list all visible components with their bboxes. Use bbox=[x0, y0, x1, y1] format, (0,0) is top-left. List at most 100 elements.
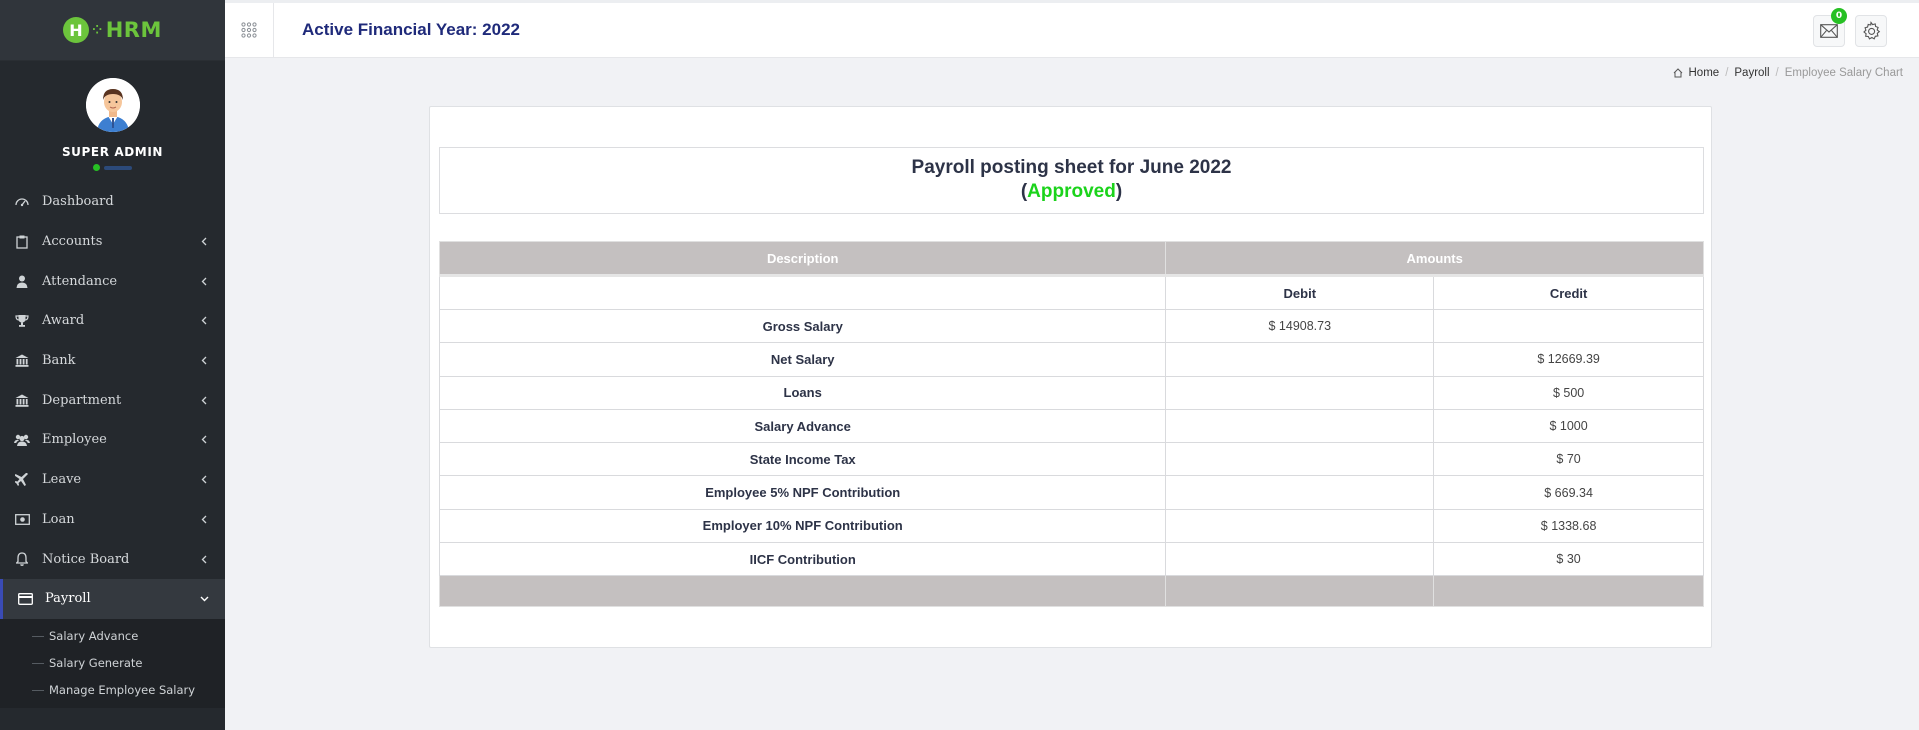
chevron-left-icon bbox=[199, 435, 209, 445]
payroll-posting-table: Description Amounts Debit Credit Gross S… bbox=[438, 241, 1704, 608]
online-dot-icon bbox=[93, 164, 100, 171]
sidebar-item-dashboard[interactable]: Dashboard bbox=[0, 182, 225, 222]
home-icon bbox=[1673, 68, 1682, 78]
online-status bbox=[93, 164, 132, 171]
table-row: Net Salary $ 12669.39 bbox=[438, 342, 1704, 377]
mail-count-badge: 0 bbox=[1831, 8, 1847, 24]
row-description: Employee 5% NPF Contribution bbox=[438, 475, 1167, 510]
online-label bbox=[104, 165, 132, 170]
submenu-item-label: Salary Advance bbox=[49, 629, 139, 644]
breadcrumb-payroll[interactable]: Payroll bbox=[1734, 67, 1769, 79]
table-row: State Income Tax $ 70 bbox=[438, 442, 1704, 477]
row-debit bbox=[1165, 442, 1435, 477]
sheet-status: (Approved) bbox=[440, 181, 1703, 203]
row-debit bbox=[1165, 408, 1435, 444]
sidebar-item-label: Attendance bbox=[42, 273, 118, 289]
status-badge: Approved bbox=[1027, 181, 1116, 202]
sidebar-item-department[interactable]: Department bbox=[0, 380, 225, 420]
table-row: IICF Contribution $ 30 bbox=[438, 542, 1704, 577]
avatar[interactable] bbox=[85, 78, 140, 132]
payroll-sheet-card: Payroll posting sheet for June 2022 (App… bbox=[429, 106, 1712, 648]
submenu-item-salary-advance[interactable]: Salary Advance bbox=[0, 623, 225, 650]
sidebar-item-label: Bank bbox=[42, 353, 76, 369]
payroll-submenu: Salary Advance Salary Generate Manage Em… bbox=[0, 618, 225, 708]
sidebar-item-notice-board[interactable]: Notice Board bbox=[0, 539, 225, 579]
row-debit: $ 14908.73 bbox=[1165, 308, 1435, 344]
sidebar-item-accounts[interactable]: Accounts bbox=[0, 222, 225, 262]
row-debit bbox=[1165, 542, 1435, 577]
logo-dots: ⁘ bbox=[92, 23, 103, 37]
sidebar-item-label: Accounts bbox=[42, 234, 103, 250]
chevron-left-icon bbox=[199, 237, 209, 247]
row-credit: $ 30 bbox=[1433, 542, 1704, 577]
row-credit: $ 12669.39 bbox=[1433, 342, 1704, 377]
sidebar-item-label: Employee bbox=[42, 432, 107, 448]
sidebar-item-label: Leave bbox=[42, 472, 82, 488]
grid-icon bbox=[241, 22, 257, 38]
row-description: IICF Contribution bbox=[438, 542, 1167, 577]
table-footer-row bbox=[438, 575, 1704, 608]
sidebar-item-attendance[interactable]: Attendance bbox=[0, 261, 225, 301]
table-row: Gross Salary $ 14908.73 bbox=[438, 308, 1704, 344]
page-title: Active Financial Year: 2022 bbox=[302, 20, 520, 39]
row-description: Salary Advance bbox=[438, 408, 1167, 444]
row-credit: $ 669.34 bbox=[1433, 475, 1704, 510]
breadcrumb: Home / Payroll / Employee Salary Chart bbox=[1673, 67, 1903, 79]
chevron-left-icon bbox=[199, 395, 209, 405]
messages-button[interactable]: 0 bbox=[1813, 8, 1847, 47]
submenu-item-label: Salary Generate bbox=[49, 656, 143, 671]
clipboard-icon bbox=[14, 234, 30, 250]
sidebar: H ⁘ HRM SUPER ADMIN Dashboard Accounts A… bbox=[0, 0, 225, 730]
settings-button[interactable] bbox=[1855, 15, 1887, 47]
header-credit: Credit bbox=[1433, 274, 1704, 310]
breadcrumb-separator: / bbox=[1725, 67, 1729, 79]
sidebar-item-leave[interactable]: Leave bbox=[0, 460, 225, 500]
table-row: Employee 5% NPF Contribution $ 669.34 bbox=[438, 475, 1704, 510]
trophy-icon bbox=[14, 313, 30, 329]
money-icon bbox=[14, 511, 30, 527]
sidebar-item-award[interactable]: Award bbox=[0, 301, 225, 341]
footer-cell bbox=[438, 575, 1167, 608]
row-description: Loans bbox=[438, 375, 1167, 410]
row-debit bbox=[1165, 375, 1435, 410]
submenu-item-salary-generate[interactable]: Salary Generate bbox=[0, 650, 225, 677]
sidebar-item-employee[interactable]: Employee bbox=[0, 420, 225, 460]
row-credit: $ 1338.68 bbox=[1433, 508, 1704, 544]
table-row: Employer 10% NPF Contribution $ 1338.68 bbox=[438, 508, 1704, 544]
gear-icon bbox=[1863, 21, 1881, 40]
sidebar-item-payroll[interactable]: Payroll bbox=[0, 578, 225, 619]
user-role: SUPER ADMIN bbox=[61, 145, 164, 159]
user-profile: SUPER ADMIN bbox=[0, 61, 225, 182]
header-debit: Debit bbox=[1165, 274, 1435, 310]
sidebar-toggle-button[interactable] bbox=[225, 2, 274, 58]
users-icon bbox=[14, 432, 30, 448]
logo-mark: H bbox=[63, 17, 90, 43]
submenu-item-label: Manage Employee Salary bbox=[49, 683, 196, 698]
sidebar-item-loan[interactable]: Loan bbox=[0, 500, 225, 540]
sidebar-item-label: Department bbox=[42, 392, 122, 408]
sheet-title-box: Payroll posting sheet for June 2022 (App… bbox=[439, 147, 1704, 214]
table-row: Salary Advance $ 1000 bbox=[438, 408, 1704, 444]
chevron-down-icon bbox=[199, 594, 209, 604]
logo-text: HRM bbox=[105, 18, 162, 42]
dashboard-icon bbox=[14, 194, 30, 210]
header-empty bbox=[438, 274, 1167, 310]
table-subheader-row: Debit Credit bbox=[438, 274, 1704, 310]
footer-cell bbox=[1433, 575, 1704, 608]
sidebar-item-label: Award bbox=[42, 313, 85, 329]
sidebar-item-bank[interactable]: Bank bbox=[0, 341, 225, 381]
user-icon bbox=[14, 273, 30, 289]
breadcrumb-current: Employee Salary Chart bbox=[1784, 67, 1903, 79]
sidebar-item-label: Notice Board bbox=[42, 551, 130, 567]
table-header-row: Description Amounts bbox=[438, 241, 1704, 276]
bell-icon bbox=[14, 551, 30, 567]
logo-bar: H ⁘ HRM bbox=[0, 0, 225, 61]
sidebar-item-label: Dashboard bbox=[42, 194, 114, 210]
chevron-left-icon bbox=[199, 554, 209, 564]
app-logo[interactable]: H ⁘ HRM bbox=[63, 17, 162, 43]
breadcrumb-home[interactable]: Home bbox=[1689, 67, 1720, 79]
chevron-left-icon bbox=[199, 514, 209, 524]
bank-icon bbox=[14, 353, 30, 369]
status-close-paren: ) bbox=[1115, 181, 1123, 202]
submenu-item-manage-employee-salary[interactable]: Manage Employee Salary bbox=[0, 677, 225, 704]
